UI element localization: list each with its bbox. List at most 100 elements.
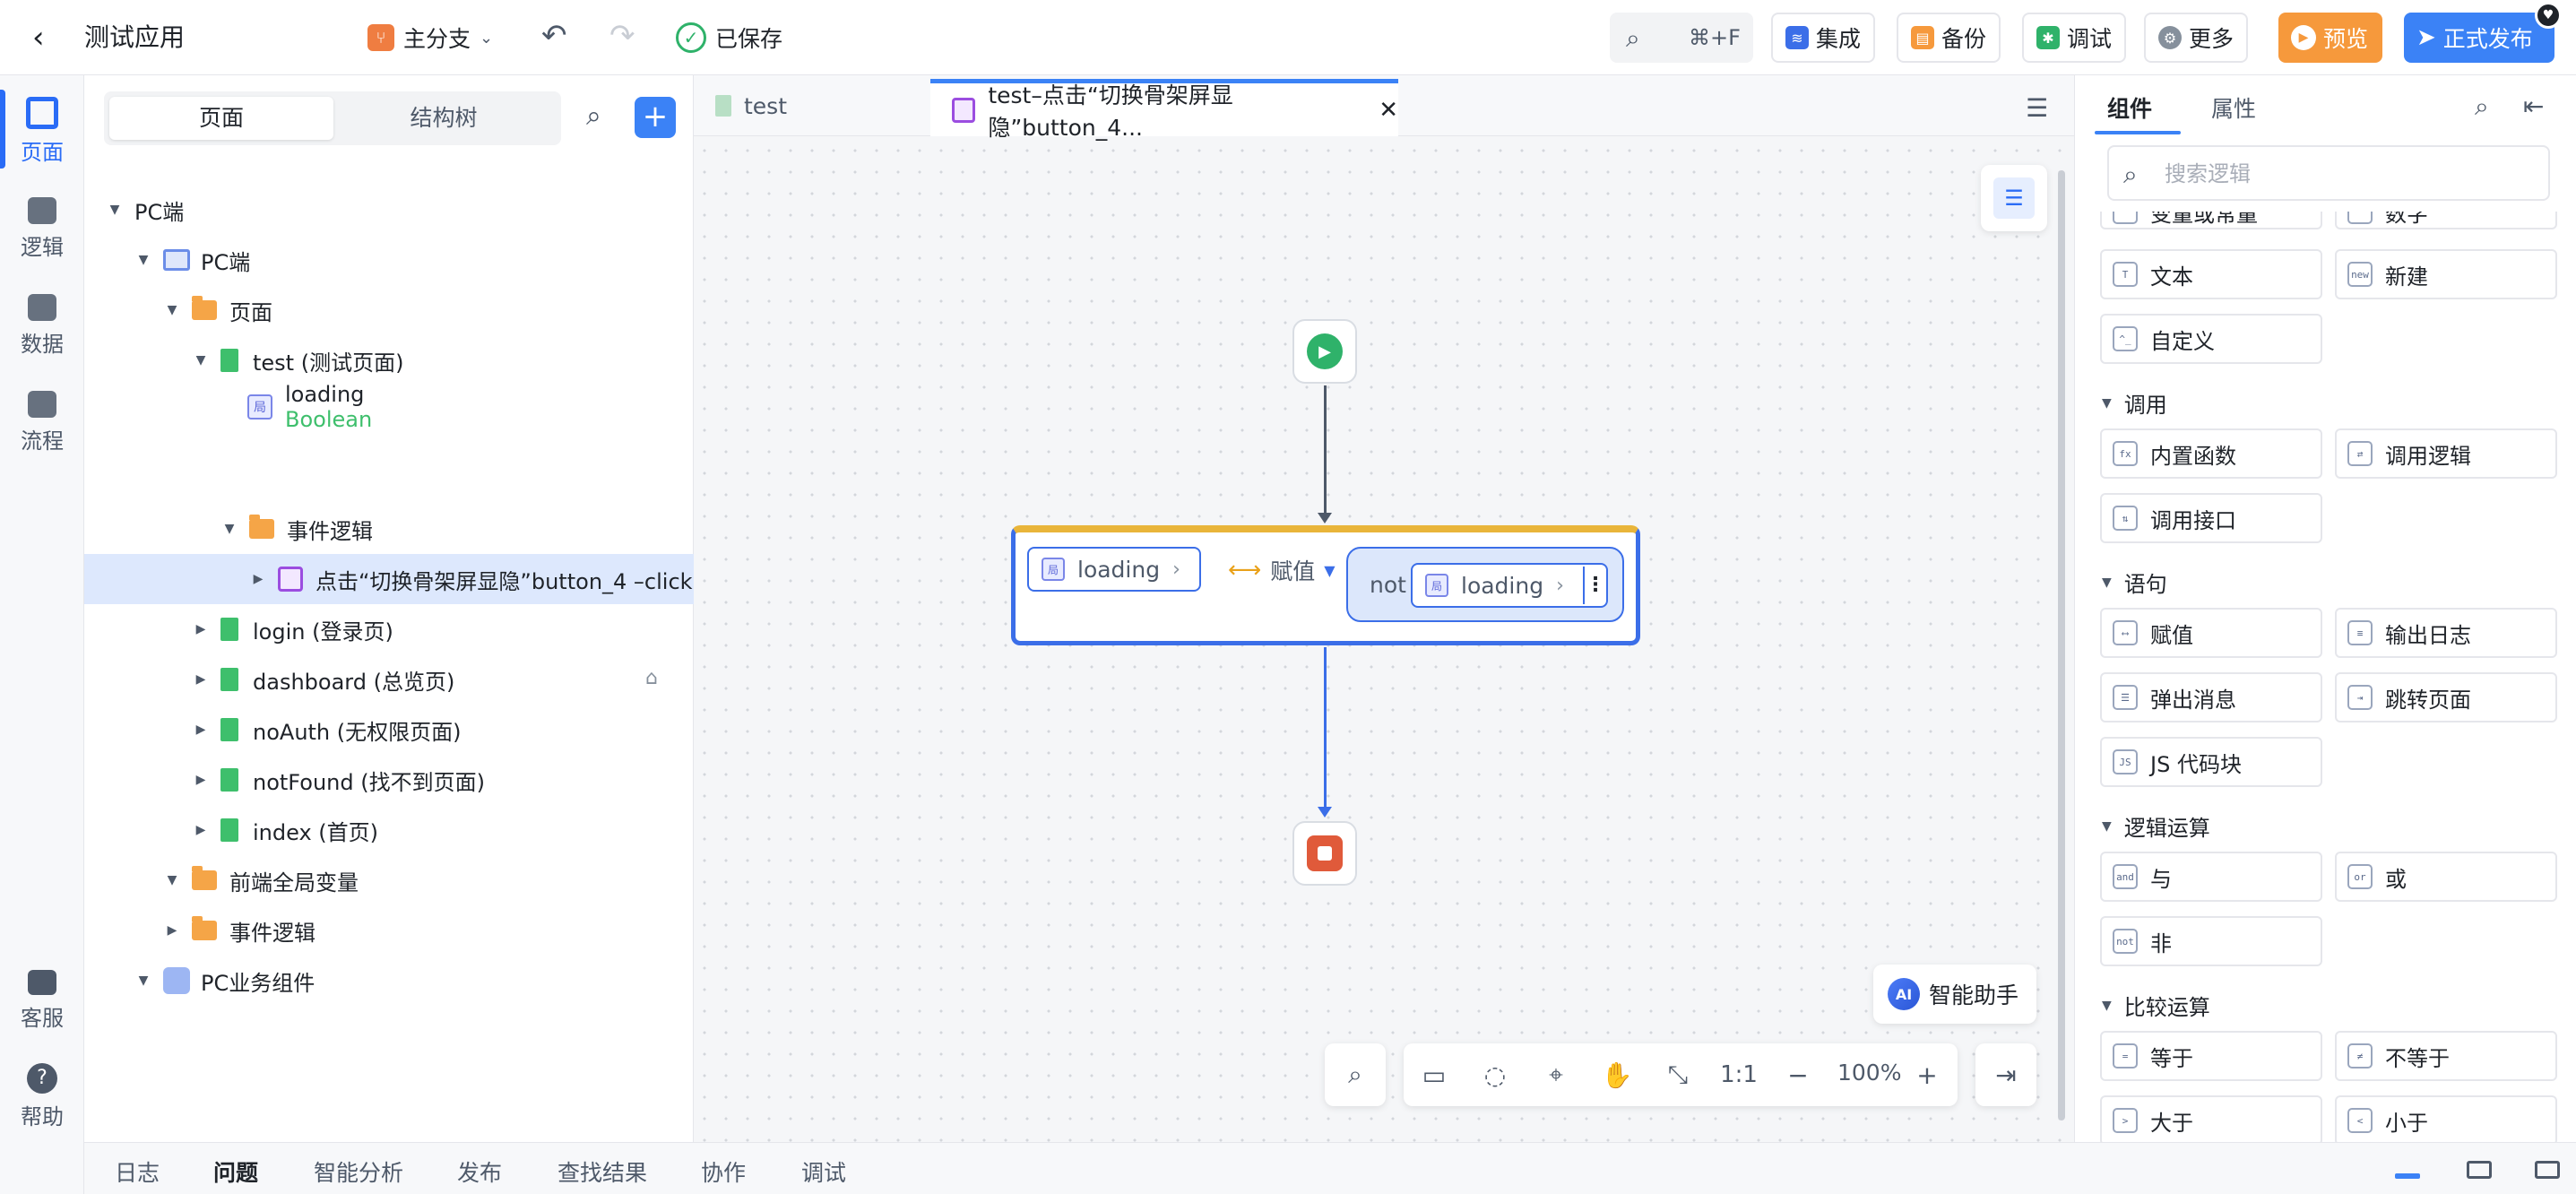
tab-search-results[interactable]: 查找结果 [558, 1155, 647, 1188]
rail-item-data[interactable]: 数据 [0, 278, 84, 368]
locate-node-button[interactable]: ☰ [1981, 165, 2047, 231]
tree-node-business-components[interactable]: ▼ PC业务组件 [133, 956, 315, 1006]
component-equal[interactable]: = 等于 [2100, 1031, 2322, 1081]
preview-button[interactable]: ▶ 预览 [2278, 13, 2382, 63]
comment-icon[interactable]: ◌ [1465, 1043, 1526, 1106]
notification-icon[interactable]: ♥ [2535, 2, 2562, 29]
ai-assistant-button[interactable]: AI 智能助手 [1873, 965, 2036, 1024]
check-icon: ✓ [676, 22, 706, 53]
tab-pages[interactable]: 页面 [109, 97, 333, 140]
component-not-equal[interactable]: ≠ 不等于 [2335, 1031, 2557, 1081]
publish-button[interactable]: ➤ 正式发布 [2404, 13, 2554, 63]
component-custom[interactable]: ^_ 自定义 [2100, 314, 2322, 364]
search-icon[interactable]: ⌕ [2475, 91, 2489, 122]
component-text[interactable]: T 文本 [2100, 249, 2322, 299]
component-new[interactable]: new 新建 [2335, 249, 2557, 299]
tab-collaboration[interactable]: 协作 [701, 1155, 746, 1188]
search-icon[interactable]: ⌕ [1325, 1043, 1386, 1106]
tab-logs[interactable]: 日志 [115, 1155, 160, 1188]
tab-smart-analysis[interactable]: 智能分析 [314, 1155, 403, 1188]
component-greater[interactable]: > 大于 [2100, 1095, 2322, 1142]
rail-item-logic[interactable]: 逻辑 [0, 181, 84, 271]
component-call-logic[interactable]: ⇄ 调用逻辑 [2335, 428, 2557, 479]
tab-debug[interactable]: 调试 [801, 1155, 846, 1188]
minimap-icon[interactable]: ▭ [1404, 1043, 1465, 1106]
tab-properties[interactable]: 属性 [2211, 91, 2256, 124]
end-node[interactable] [1292, 821, 1357, 886]
integrate-button[interactable]: ≋ 集成 [1771, 13, 1876, 63]
tree-node-global-vars[interactable]: ▼ 前端全局变量 [161, 855, 359, 905]
component-less[interactable]: < 小于 [2335, 1095, 2557, 1142]
hand-icon[interactable]: ✋ [1586, 1043, 1647, 1106]
tree-node-click-logic[interactable]: ▶ 点击“切换骨架屏显隐”button_4 –click [247, 554, 693, 604]
redo-icon[interactable]: ↷ [609, 18, 635, 54]
layout-bottom-icon[interactable] [2395, 1173, 2420, 1179]
debug-button[interactable]: ✱ 调试 [2022, 13, 2127, 63]
tab-components[interactable]: 组件 [2107, 91, 2152, 124]
branch-selector[interactable]: ⑂ 主分支 ⌄ [367, 20, 493, 56]
rail-item-pages[interactable]: 页面 [0, 84, 84, 174]
logic-search-field[interactable] [2165, 158, 2523, 190]
undo-icon[interactable]: ↶ [541, 18, 567, 54]
tree-node-noauth[interactable]: ▶ noAuth (无权限页面) [190, 705, 462, 755]
component-and[interactable]: and 与 [2100, 852, 2322, 902]
component-toast[interactable]: ☰ 弹出消息 [2100, 672, 2322, 722]
section-call[interactable]: ▼ 调用 [2102, 387, 2167, 419]
start-node[interactable]: ▶ [1292, 319, 1357, 384]
tree-node-dashboard[interactable]: ▶ dashboard (总览页) [190, 654, 454, 705]
search-icon[interactable]: ⌕ [586, 100, 601, 132]
component-call-api[interactable]: ⇅ 调用接口 [2100, 493, 2322, 543]
tree-node-pages-folder[interactable]: ▼ 页面 [161, 285, 272, 335]
list-icon[interactable]: ☰ [2026, 93, 2048, 123]
add-button[interactable]: + [635, 97, 676, 138]
component-or[interactable]: or 或 [2335, 852, 2557, 902]
tree-node-event-logic[interactable]: ▼ 事件逻辑 [219, 504, 373, 554]
zoom-in-icon[interactable]: + [1897, 1043, 1958, 1106]
more-button[interactable]: ⚙ 更多 [2144, 13, 2249, 63]
tab-publish[interactable]: 发布 [457, 1155, 502, 1188]
rail-item-process[interactable]: 流程 [0, 375, 84, 464]
tree-node-root[interactable]: ▼ PC端 [104, 185, 185, 235]
locate-icon[interactable]: ⌖ [1526, 1043, 1586, 1106]
tree-node-variable-loading[interactable]: 局 loading Boolean [247, 371, 372, 443]
not-operand-variable[interactable]: 局 loading › [1411, 563, 1608, 608]
tab-structure-tree[interactable]: 结构树 [332, 97, 556, 140]
component-navigate[interactable]: ⇥ 跳转页面 [2335, 672, 2557, 722]
section-comparison-ops[interactable]: ▼ 比较运算 [2102, 990, 2210, 1021]
assign-target-variable[interactable]: 局 loading › [1027, 547, 1201, 592]
component-log[interactable]: ≡ 输出日志 [2335, 608, 2557, 658]
tab-test[interactable]: test [694, 75, 930, 136]
actual-size-button[interactable]: 1:1 [1708, 1043, 1769, 1106]
back-icon[interactable]: ‹ [32, 22, 65, 54]
layout-full-icon[interactable] [2535, 1161, 2560, 1179]
tree-node-pc[interactable]: ▼ PC端 [133, 235, 250, 285]
close-icon[interactable]: ✕ [1379, 97, 1398, 124]
zoom-out-icon[interactable]: − [1768, 1043, 1828, 1106]
backup-button[interactable]: ▤ 备份 [1897, 13, 2001, 63]
rail-item-help[interactable]: ? 帮助 [0, 1051, 84, 1140]
component-builtin-function[interactable]: fx 内置函数 [2100, 428, 2322, 479]
logic-search-input[interactable]: ⌕ [2107, 145, 2550, 201]
tree-node-index[interactable]: ▶ index (首页) [190, 805, 378, 855]
tree-node-notfound[interactable]: ▶ notFound (找不到页面) [190, 755, 485, 805]
tab-click-logic[interactable]: test–点击“切换骨架屏显隐”button_4... ✕ [930, 79, 1398, 141]
section-statement[interactable]: ▼ 语句 [2102, 567, 2167, 598]
component-assign[interactable]: ⟷ 赋值 [2100, 608, 2322, 658]
collapse-panel-icon[interactable]: ⇤ [2523, 91, 2544, 121]
tree-node-event-logic-global[interactable]: ▶ 事件逻辑 [161, 905, 316, 956]
collapse-icon[interactable]: ⤡ [1647, 1043, 1708, 1106]
layout-split-icon[interactable] [2467, 1161, 2492, 1179]
more-vertical-icon[interactable]: ⋮ [1583, 567, 1606, 604]
component-not[interactable]: not 非 [2100, 916, 2322, 966]
tab-problems[interactable]: 问题 [213, 1155, 258, 1188]
tree-node-login[interactable]: ▶ login (登录页) [190, 604, 393, 654]
not-expression[interactable]: not 局 loading › ⋮ [1346, 547, 1624, 622]
home-icon[interactable]: ⌂ [645, 667, 669, 690]
rail-item-support[interactable]: 客服 [0, 954, 84, 1043]
canvas-scrollbar[interactable] [2058, 170, 2065, 1120]
expand-right-icon[interactable]: ⇥ [1975, 1043, 2036, 1106]
component-js-block[interactable]: JS JS 代码块 [2100, 737, 2322, 787]
global-search-button[interactable]: ⌕ ⌘+F [1610, 13, 1753, 63]
section-logical-ops[interactable]: ▼ 逻辑运算 [2102, 810, 2210, 842]
assign-operator[interactable]: ⟷ 赋值 ▼ [1228, 554, 1336, 586]
